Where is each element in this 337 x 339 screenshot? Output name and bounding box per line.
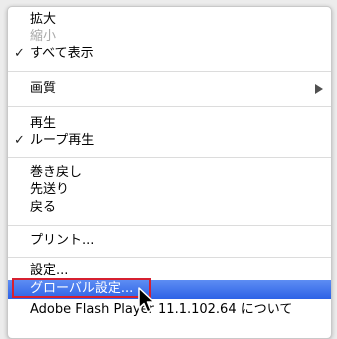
menu-item-zoom-out: 縮小 [8, 28, 331, 46]
menu-item-label: プリント... [30, 233, 95, 248]
menu-item-show-all[interactable]: ✓ すべて表示 [8, 45, 331, 63]
menu-item-label: すべて表示 [30, 46, 94, 61]
menu-item-zoom-in[interactable]: 拡大 [8, 11, 331, 29]
menu-separator [8, 157, 331, 158]
menu-item-play[interactable]: 再生 [8, 115, 331, 133]
menu-item-label: 拡大 [30, 12, 57, 27]
mouse-pointer-icon [137, 287, 157, 319]
menu-item-label: 巻き戻し [30, 165, 83, 180]
submenu-arrow-icon [315, 84, 323, 94]
menu-item-label: Adobe Flash Player 11.1.102.64 について [30, 302, 293, 317]
menu-item-label: 縮小 [30, 29, 57, 44]
menu-item-forward[interactable]: 先送り [8, 181, 331, 199]
menu-item-print[interactable]: プリント... [8, 232, 331, 250]
menu-separator [8, 71, 331, 72]
menu-item-label: 再生 [30, 116, 57, 131]
menu-item-about[interactable]: Adobe Flash Player 11.1.102.64 について [8, 301, 331, 319]
menu-separator [8, 106, 331, 107]
menu-separator [8, 257, 331, 258]
menu-item-label: 戻る [30, 200, 57, 215]
menu-item-label: ループ再生 [30, 133, 95, 148]
checkmark-icon: ✓ [14, 133, 25, 148]
menu-item-back[interactable]: 戻る [8, 199, 331, 217]
menu-item-loop[interactable]: ✓ ループ再生 [8, 132, 331, 150]
menu-item-quality[interactable]: 画質 [8, 80, 331, 98]
menu-separator [8, 225, 331, 226]
checkmark-icon: ✓ [14, 46, 25, 61]
menu-item-rewind[interactable]: 巻き戻し [8, 164, 331, 182]
menu-item-label: 先送り [30, 182, 70, 197]
menu-item-label: 画質 [30, 81, 57, 96]
annotation-highlight-box [12, 278, 151, 298]
context-menu: 拡大 縮小 ✓ すべて表示 画質 再生 ✓ ループ再生 巻き戻し 先送り 戻る … [7, 6, 332, 339]
